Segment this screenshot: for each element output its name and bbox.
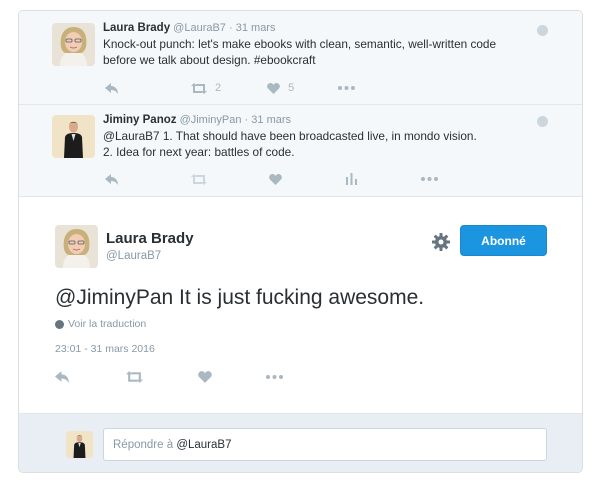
handle[interactable]: @LauraB7 (106, 250, 161, 262)
tweet-permalink-card: Laura Brady @LauraB7 · 31 mars Knock-out… (18, 10, 583, 473)
tweet-text-line: Knock-out punch: let's make ebooks with … (103, 37, 497, 51)
reply-icon (105, 82, 118, 94)
tweet-date[interactable]: 31 mars (251, 114, 291, 126)
retweet-button[interactable]: 2 (191, 82, 221, 94)
tweet-timestamp[interactable]: 23:01 - 31 mars 2016 (55, 343, 155, 355)
handle[interactable]: @JiminyPan (180, 114, 242, 126)
tweet-text: @JiminyPan It is just fucking awesome. (55, 286, 425, 309)
reply-composer: Répondre à @LauraB7 (19, 413, 582, 472)
reply-prefix: Répondre à (113, 438, 174, 451)
tweet-text-line: @LauraB7 1. That should have been broadc… (103, 129, 477, 143)
more-icon (338, 86, 356, 90)
fullname[interactable]: Jiminy Panoz (103, 114, 177, 126)
heart-icon (269, 173, 282, 185)
like-button[interactable]: 5 (267, 82, 294, 94)
translate-label: Voir la traduction (68, 318, 147, 330)
tweet-date[interactable]: 31 mars (236, 22, 276, 34)
like-count: 5 (288, 82, 295, 94)
avatar (66, 431, 93, 458)
more-button[interactable] (266, 375, 283, 379)
reply-mention: @LauraB7 (176, 438, 232, 451)
reply-icon (105, 173, 118, 185)
heart-icon (198, 371, 212, 383)
analytics-button[interactable] (346, 173, 357, 185)
tweet-text: Knock-out punch: let's make ebooks with … (103, 36, 542, 68)
retweet-button[interactable] (191, 173, 207, 185)
heart-icon (267, 82, 280, 94)
ancestor-tweet-jiminy[interactable]: Jiminy Panoz @JiminyPan · 31 mars @Laura… (19, 105, 582, 197)
retweet-button[interactable] (126, 371, 143, 383)
fullname[interactable]: Laura Brady (106, 230, 194, 247)
globe-icon (537, 25, 548, 36)
more-button[interactable] (338, 86, 356, 90)
reply-input[interactable]: Répondre à @LauraB7 (103, 428, 547, 461)
retweet-icon (126, 371, 143, 383)
fullname[interactable]: Laura Brady (103, 22, 170, 34)
gear-icon[interactable] (432, 233, 450, 251)
separator: · (244, 114, 249, 126)
like-button[interactable] (198, 371, 212, 383)
tweet-content: Laura Brady @LauraB7 · 31 mars Knock-out… (103, 22, 542, 68)
like-button[interactable] (269, 173, 282, 185)
tweet-actions (105, 173, 468, 185)
ancestor-tweet-laura[interactable]: Laura Brady @LauraB7 · 31 mars Knock-out… (19, 11, 582, 105)
reply-button[interactable] (105, 82, 119, 94)
avatar[interactable] (52, 23, 95, 66)
tweet-text: @LauraB7 1. That should have been broadc… (103, 128, 542, 160)
retweet-count: 2 (215, 82, 222, 94)
tweet-text-line: 2. Idea for next year: battles of code. (103, 145, 295, 159)
reply-icon (55, 371, 69, 383)
separator: · (229, 22, 233, 34)
tweet-content: Jiminy Panoz @JiminyPan · 31 mars @Laura… (103, 114, 542, 160)
handle[interactable]: @LauraB7 (173, 22, 226, 34)
avatar[interactable] (55, 225, 98, 268)
globe-icon (537, 116, 548, 127)
tweet-header: Jiminy Panoz @JiminyPan · 31 mars (103, 114, 542, 126)
avatar[interactable] (52, 115, 95, 158)
more-button[interactable] (421, 177, 438, 181)
more-icon (266, 375, 283, 379)
following-button[interactable]: Abonné (460, 225, 547, 256)
tweet-text-line: before we talk about design. #ebookcraft (103, 53, 316, 67)
retweet-icon (191, 173, 207, 185)
tweet-header: Laura Brady @LauraB7 · 31 mars (103, 22, 542, 34)
analytics-icon (346, 173, 357, 185)
retweet-icon (191, 82, 207, 94)
tweet-actions (55, 371, 283, 383)
reply-button[interactable] (55, 371, 70, 383)
more-icon (421, 177, 438, 181)
tweet-actions: 2 5 (105, 82, 385, 94)
reply-button[interactable] (105, 173, 119, 185)
translate-link[interactable]: Voir la traduction (55, 318, 146, 330)
globe-icon (55, 319, 64, 329)
